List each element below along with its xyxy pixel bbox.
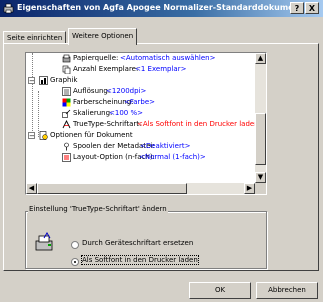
layout-icon [62,153,71,162]
tree-item-value: <100 %> [109,109,143,117]
printer-icon [3,3,14,14]
vertical-scrollbar[interactable]: ▲ ▼ [255,53,266,183]
tree-item-value: <Normal (1-fach)> [139,153,206,161]
printer-font-icon [35,232,53,251]
scrollbar-corner [255,183,266,194]
tree-item-value: <Deaktiviert> [140,142,191,150]
tree-item-label: Skalierung: [73,109,113,117]
options-tree[interactable]: Papierquelle: <Automatisch auswählen> An… [25,52,267,195]
font-icon [62,120,71,129]
title-bar: Eigenschaften von Agfa Apogee Normalizer… [0,0,323,17]
copies-icon [62,65,71,74]
color-icon [62,98,71,107]
cancel-button[interactable]: Abbrechen [256,282,318,299]
scroll-left-icon[interactable]: ◀ [26,183,37,194]
tree-item-label: TrueType-Schriftart: [73,120,142,128]
tree-item-value: <Als Softfont in den Drucker laden> [137,120,265,128]
horizontal-scroll-thumb[interactable] [37,183,187,194]
scaling-icon [62,109,71,118]
scroll-right-icon[interactable]: ▶ [244,183,255,194]
scroll-down-icon[interactable]: ▼ [255,172,266,183]
tab-advanced-options[interactable]: Weitere Optionen [68,28,138,45]
tree-item-label: Papierquelle: [73,54,119,62]
tree-item-label: Graphik [50,76,78,84]
tree-item-value: <1200dpi> [106,87,147,95]
paper-source-icon [62,54,71,63]
ok-button[interactable]: OK [189,282,251,299]
horizontal-scrollbar[interactable]: ◀ ▶ [26,183,255,194]
tree-item-label: Anzahl Exemplare: [73,65,139,73]
tree-item-value: <1 Exemplar> [135,65,187,73]
group-title: Einstellung 'TrueType-Schriftart' ändern [28,205,168,213]
radio-replace-device-font[interactable] [71,241,79,249]
collapse-icon[interactable]: − [28,132,35,140]
tree-item-label: Optionen für Dokument [50,131,133,139]
graphics-icon [39,76,48,85]
tree-connector [32,53,33,137]
document-options-icon [39,131,48,140]
close-button[interactable]: X [305,2,319,14]
collapse-icon[interactable]: − [28,77,35,85]
help-button[interactable]: ? [290,2,304,14]
scroll-up-icon[interactable]: ▲ [255,53,266,64]
spool-icon [64,142,69,151]
resolution-icon [62,87,71,96]
tree-item-label: Auflösung: [73,87,111,95]
radio-download-softfont[interactable] [71,258,79,266]
radio-label-replace-device-font: Durch Geräteschriftart ersetzen [82,239,194,247]
tree-item-value: <Farbe> [124,98,156,106]
radio-label-download-softfont: Als Softfont in den Drucker laden [81,255,199,265]
vertical-scroll-thumb[interactable] [255,113,266,165]
tree-item-value: <Automatisch auswählen> [120,54,216,62]
window-title: Eigenschaften von Agfa Apogee Normalizer… [17,3,304,12]
